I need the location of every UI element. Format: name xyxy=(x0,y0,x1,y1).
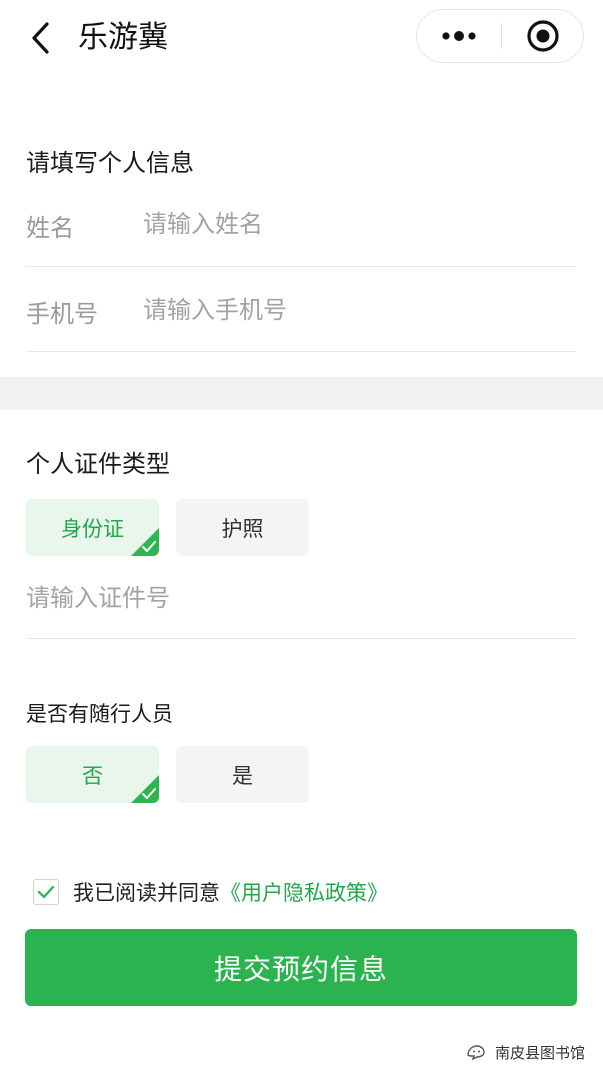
close-button[interactable] xyxy=(502,10,584,62)
check-icon xyxy=(142,788,156,799)
agreement-row: 我已阅读并同意 《用户隐私政策》 xyxy=(33,877,388,907)
more-button[interactable] xyxy=(417,10,501,62)
mini-program-capsule xyxy=(416,9,584,63)
check-icon xyxy=(37,885,55,899)
id-option-passport[interactable]: 护照 xyxy=(176,499,309,556)
more-dots-icon xyxy=(442,31,476,41)
companion-option-no[interactable]: 否 xyxy=(26,746,159,803)
divider xyxy=(26,351,576,352)
watermark: 南皮县图书馆 xyxy=(465,1040,585,1064)
option-label: 是 xyxy=(232,763,253,788)
id-number-input[interactable] xyxy=(26,578,576,618)
page-title: 乐游冀 xyxy=(78,20,168,55)
navigation-bar: 乐游冀 xyxy=(0,0,603,78)
phone-label: 手机号 xyxy=(26,300,98,328)
agreement-text: 我已阅读并同意 xyxy=(73,881,220,905)
privacy-policy-link[interactable]: 《用户隐私政策》 xyxy=(220,877,388,907)
submit-button[interactable]: 提交预约信息 xyxy=(25,929,577,1006)
option-label: 护照 xyxy=(221,516,264,541)
name-label: 姓名 xyxy=(26,214,74,242)
chevron-left-icon xyxy=(32,22,49,54)
id-option-id-card[interactable]: 身份证 xyxy=(26,499,159,556)
phone-input[interactable] xyxy=(143,290,573,330)
section-separator xyxy=(0,377,603,410)
back-button[interactable] xyxy=(20,16,60,60)
wechat-official-account-icon xyxy=(467,1045,485,1061)
companion-title: 是否有随行人员 xyxy=(26,702,173,726)
divider xyxy=(26,266,576,267)
companion-option-yes[interactable]: 是 xyxy=(176,746,309,803)
option-label: 否 xyxy=(82,763,103,788)
option-label: 身份证 xyxy=(61,516,124,541)
name-input[interactable] xyxy=(143,204,573,244)
watermark-text: 南皮县图书馆 xyxy=(494,1043,585,1062)
divider xyxy=(26,638,576,639)
personal-info-title: 请填写个人信息 xyxy=(26,149,194,177)
agreement-checkbox[interactable] xyxy=(33,879,59,905)
id-type-title: 个人证件类型 xyxy=(26,450,170,478)
target-close-icon xyxy=(527,20,559,52)
check-icon xyxy=(142,541,156,552)
